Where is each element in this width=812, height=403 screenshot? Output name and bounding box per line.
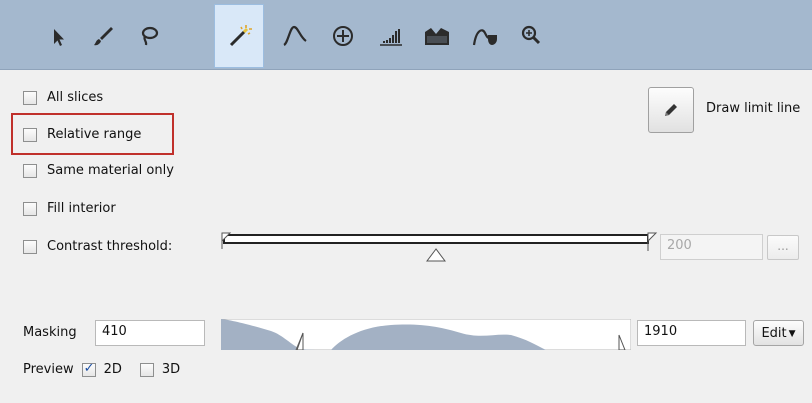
lasso-icon [141, 26, 159, 46]
slider-right-handle [647, 232, 658, 243]
chevron-down-icon: ▼ [788, 329, 796, 339]
move-crosshair-icon [333, 26, 353, 46]
fill-interior-label: Fill interior [47, 201, 116, 216]
contrast-threshold-option[interactable]: Contrast threshold: [23, 239, 172, 254]
histogram-icon [380, 29, 402, 46]
edit-label: Edit [761, 325, 787, 341]
brush-icon [94, 27, 113, 46]
preview-3d-checkbox[interactable] [139, 362, 154, 377]
zoom-tool-button[interactable] [506, 7, 556, 65]
same-material-option[interactable]: Same material only [23, 163, 174, 178]
same-material-label: Same material only [47, 163, 174, 178]
smooth-curve-icon [472, 29, 497, 46]
preview-3d-label: 3D [161, 362, 181, 377]
relative-range-option[interactable]: Relative range [23, 127, 141, 142]
curve-tool-button[interactable] [270, 7, 320, 65]
preview-row: Preview 2D 3D [23, 361, 181, 378]
contrast-threshold-slider[interactable] [218, 227, 658, 265]
contrast-threshold-checkbox[interactable] [23, 239, 37, 254]
mountains-icon [425, 28, 449, 45]
fill-interior-option[interactable]: Fill interior [23, 201, 116, 216]
draw-limit-label: Draw limit line [706, 101, 801, 116]
same-material-checkbox[interactable] [23, 163, 37, 178]
slider-center-thumb [426, 248, 446, 262]
contrast-threshold-label: Contrast threshold: [47, 239, 173, 254]
zoom-icon [521, 25, 541, 45]
pointer-tool-button[interactable] [32, 7, 82, 65]
relative-range-label: Relative range [47, 127, 142, 142]
magic-wand-tool-button[interactable] [214, 4, 264, 68]
masking-histogram[interactable] [221, 319, 631, 350]
masking-min-input[interactable]: 410 [95, 320, 205, 346]
relative-range-checkbox[interactable] [23, 127, 37, 142]
draw-limit-button[interactable] [648, 87, 694, 133]
pencil-icon [665, 104, 677, 116]
pointer-icon [54, 29, 64, 46]
preview-label: Preview [23, 362, 74, 377]
move-tool-button[interactable] [318, 7, 368, 65]
histogram-tool-button[interactable] [366, 7, 416, 65]
smooth-curve-tool-button[interactable] [460, 7, 510, 65]
tool-toolbar [0, 0, 812, 70]
all-slices-checkbox[interactable] [23, 90, 37, 105]
all-slices-label: All slices [47, 90, 104, 105]
contrast-threshold-more-button[interactable]: ... [767, 235, 799, 260]
contrast-threshold-value[interactable]: 200 [660, 234, 763, 260]
mountains-tool-button[interactable] [412, 7, 462, 65]
curve-icon [283, 25, 307, 46]
masking-edit-button[interactable]: Edit ▼ [753, 320, 804, 346]
masking-max-input[interactable]: 1910 [637, 320, 746, 346]
all-slices-option[interactable]: All slices [23, 90, 103, 105]
magic-wand-icon [229, 25, 252, 47]
preview-2d-checkbox[interactable] [81, 361, 96, 377]
fill-interior-checkbox[interactable] [23, 201, 37, 216]
brush-tool-button[interactable] [78, 7, 128, 65]
preview-2d-label: 2D [103, 362, 122, 377]
masking-label: Masking [23, 325, 77, 340]
lasso-tool-button[interactable] [124, 7, 174, 65]
